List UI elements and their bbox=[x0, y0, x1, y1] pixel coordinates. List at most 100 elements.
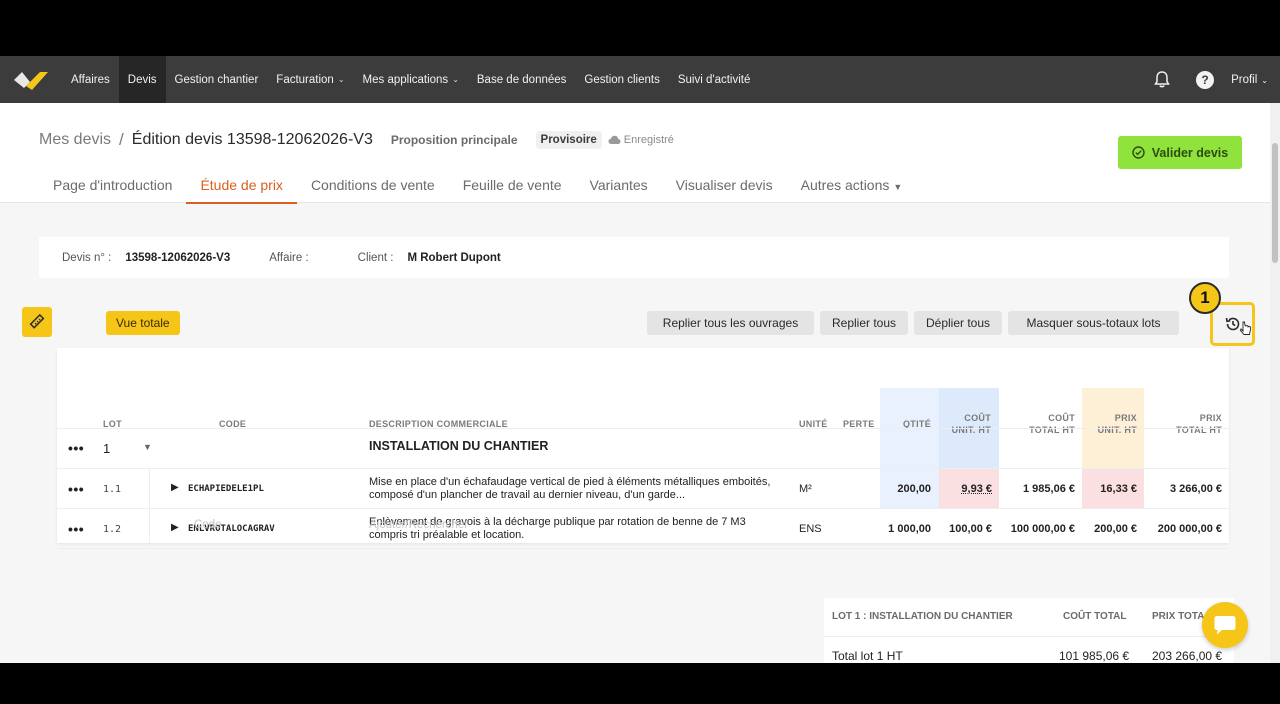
row-divider bbox=[149, 469, 150, 509]
logo-icon[interactable] bbox=[0, 56, 62, 103]
lot-totals-panel: LOT 1 : INSTALLATION DU CHANTIER COÛT TO… bbox=[824, 598, 1234, 663]
ruler-button[interactable] bbox=[22, 307, 52, 337]
nav-mes-applications[interactable]: Mes applications ⌄ bbox=[354, 56, 468, 103]
triangle-right-icon[interactable]: ▶ bbox=[171, 522, 179, 533]
row-cout-total: 1 985,06 € bbox=[1023, 483, 1075, 495]
code-input[interactable]: Code bbox=[194, 519, 222, 531]
nav-gestion-clients[interactable]: Gestion clients bbox=[575, 56, 668, 103]
devis-number-label: Devis n° : bbox=[62, 251, 112, 264]
nav-label: Gestion chantier bbox=[174, 73, 259, 86]
nav-label: Mes applications bbox=[362, 73, 449, 86]
caret-down-icon: ▼ bbox=[893, 182, 903, 192]
tab-introduction[interactable]: Page d'introduction bbox=[39, 173, 186, 204]
history-icon bbox=[1225, 317, 1239, 331]
row-qtite[interactable]: 200,00 bbox=[873, 483, 931, 495]
saved-status: Enregistré bbox=[608, 134, 674, 146]
row-prix-unit[interactable]: 16,33 € bbox=[1077, 483, 1137, 495]
page-title: Édition devis 13598-12062026-V3 bbox=[131, 131, 373, 148]
nav-affaires[interactable]: Affaires bbox=[62, 56, 119, 103]
totals-row-prix: 203 266,00 € bbox=[1152, 649, 1223, 663]
row-code[interactable]: ECHAPIEDELE1PL bbox=[188, 484, 264, 494]
page-header: Mes devis / Édition devis 13598-12062026… bbox=[0, 103, 1270, 204]
row-prix-total: 200 000,00 € bbox=[1157, 523, 1222, 535]
row-menu-icon[interactable]: ••• bbox=[68, 481, 84, 497]
row-number: 1.2 bbox=[103, 524, 122, 535]
row-unite[interactable]: ENS bbox=[799, 523, 822, 535]
cursor-icon bbox=[1240, 321, 1251, 335]
row-cout-unit[interactable]: 100,00 € bbox=[937, 523, 992, 535]
table-row[interactable]: ••• 1.2 ▶ ENLVROTALOCAGRAV Enlèvement de… bbox=[57, 508, 1229, 549]
replier-ouvrages-button[interactable]: Replier tous les ouvrages bbox=[647, 311, 814, 335]
devis-info-bar: Devis n° : 13598-12062026-V3 Affaire : C… bbox=[39, 237, 1229, 278]
table-row[interactable]: ••• 1.1 ▶ ECHAPIEDELE1PL Mise en place d… bbox=[57, 468, 1229, 509]
tab-etude-de-prix[interactable]: Étude de prix bbox=[186, 173, 297, 204]
nav-base-de-donnees[interactable]: Base de données bbox=[468, 56, 576, 103]
chevron-down-icon: ⌄ bbox=[337, 75, 345, 84]
row-prix-unit[interactable]: 200,00 € bbox=[1077, 523, 1137, 535]
chat-icon bbox=[1214, 616, 1236, 635]
row-unite[interactable]: M² bbox=[799, 483, 812, 495]
affaire-label: Affaire : bbox=[269, 251, 309, 264]
row-qtite[interactable]: 1 000,00 bbox=[873, 523, 931, 535]
help-icon[interactable]: ? bbox=[1196, 70, 1215, 89]
nav-label: Devis bbox=[127, 73, 157, 86]
validate-devis-button[interactable]: Valider devis bbox=[1118, 136, 1242, 169]
totals-header-prix: PRIX TOTA bbox=[1152, 611, 1205, 622]
client-label: Client : bbox=[357, 251, 394, 264]
profile-menu[interactable]: Profil ⌄ bbox=[1231, 74, 1280, 86]
search-input[interactable]: Ajouter/Rechercher bbox=[369, 519, 468, 531]
tab-conditions-de-vente[interactable]: Conditions de vente bbox=[297, 173, 449, 204]
client-value[interactable]: M Robert Dupont bbox=[407, 252, 500, 264]
totals-header-cout: COÛT TOTAL bbox=[1063, 611, 1127, 622]
deplier-tous-button[interactable]: Déplier tous bbox=[914, 311, 1002, 335]
triangle-right-icon[interactable]: ▶ bbox=[171, 482, 179, 493]
nav-gestion-chantier[interactable]: Gestion chantier bbox=[166, 56, 268, 103]
row-cout-unit[interactable]: 9,93 € bbox=[937, 483, 992, 495]
nav-label: Affaires bbox=[71, 73, 110, 86]
breadcrumb-mes-devis[interactable]: Mes devis bbox=[39, 131, 111, 149]
lot-title: INSTALLATION DU CHANTIER bbox=[369, 439, 549, 453]
nav-label: Suivi d'activité bbox=[677, 73, 751, 86]
tab-feuille-de-vente[interactable]: Feuille de vente bbox=[449, 173, 576, 204]
devis-number-value: 13598-12062026-V3 bbox=[125, 251, 231, 264]
nav-right: ? Profil ⌄ bbox=[1142, 56, 1280, 103]
bell-icon[interactable] bbox=[1142, 71, 1182, 88]
tabs: Page d'introduction Étude de prix Condit… bbox=[39, 173, 916, 204]
add-row-divider bbox=[57, 548, 1229, 549]
page-scrollbar[interactable] bbox=[1270, 103, 1280, 663]
header-line: COÛT bbox=[1048, 413, 1075, 423]
breadcrumb-separator: / bbox=[119, 130, 124, 149]
nav-suivi-activite[interactable]: Suivi d'activité bbox=[669, 56, 760, 103]
totals-divider bbox=[824, 636, 1234, 637]
row-description[interactable]: Mise en place d'un échafaudage vertical … bbox=[369, 476, 781, 502]
proposition-label[interactable]: Proposition principale bbox=[391, 133, 518, 147]
saved-label: Enregistré bbox=[623, 134, 674, 146]
collapse-icon[interactable]: ▼ bbox=[143, 442, 152, 452]
chevron-down-icon: ⌄ bbox=[452, 75, 459, 84]
row-menu-icon[interactable]: ••• bbox=[68, 440, 84, 456]
profile-label: Profil bbox=[1231, 73, 1258, 86]
lot-row[interactable]: ••• 1 ▼ INSTALLATION DU CHANTIER bbox=[57, 428, 1229, 468]
scrollbar-thumb[interactable] bbox=[1272, 143, 1278, 263]
row-divider bbox=[149, 509, 150, 549]
tab-variantes[interactable]: Variantes bbox=[576, 173, 662, 204]
nav-label: Base de données bbox=[476, 73, 567, 86]
replier-tous-button[interactable]: Replier tous bbox=[820, 311, 908, 335]
vue-totale-button[interactable]: Vue totale bbox=[106, 311, 180, 335]
lot-number: 1 bbox=[103, 441, 111, 456]
nav-devis[interactable]: Devis bbox=[118, 56, 166, 103]
chevron-down-icon: ⌄ bbox=[1261, 75, 1268, 85]
header-line: COÛT bbox=[964, 413, 991, 423]
tab-autres-actions[interactable]: Autres actions ▼ bbox=[787, 173, 917, 204]
chat-button[interactable] bbox=[1202, 602, 1248, 648]
totals-row-label: Total lot 1 HT bbox=[832, 649, 903, 663]
top-navigation: Affaires Devis Gestion chantier Facturat… bbox=[0, 56, 1280, 103]
price-table: LOT CODE DESCRIPTION COMMERCIALE UNITÉ P… bbox=[57, 348, 1229, 549]
nav-label: Gestion clients bbox=[584, 73, 660, 86]
tab-visualiser-devis[interactable]: Visualiser devis bbox=[662, 173, 787, 204]
masquer-sous-totaux-button[interactable]: Masquer sous-totaux lots bbox=[1008, 311, 1179, 335]
tab-label: Autres actions bbox=[800, 177, 890, 193]
row-menu-icon[interactable]: ••• bbox=[68, 521, 84, 537]
nav-facturation[interactable]: Facturation ⌄ bbox=[267, 56, 353, 103]
header-line: PRIX bbox=[1199, 413, 1222, 423]
